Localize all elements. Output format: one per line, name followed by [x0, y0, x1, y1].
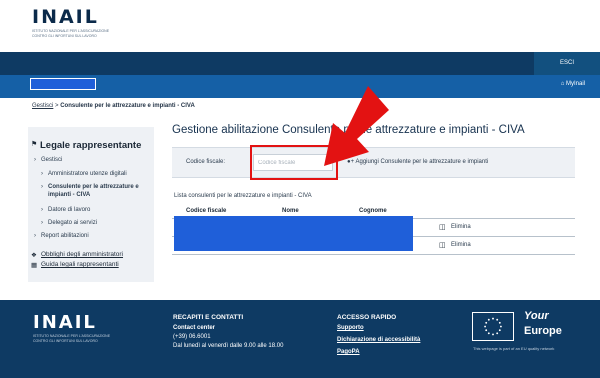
highlight-box	[250, 145, 338, 180]
redacted-table-data	[174, 216, 413, 251]
column-cognome: Cognome	[359, 208, 387, 214]
contact-center-label: Contact center	[173, 325, 216, 331]
column-codice-fiscale: Codice fiscale	[186, 208, 227, 214]
link-accessibilita[interactable]: Dichiarazione di accessibilità	[337, 336, 420, 345]
myinail-label: MyInail	[565, 81, 585, 87]
chevron-right-icon: ›	[41, 220, 43, 226]
delete-button[interactable]: Elimina	[451, 224, 471, 230]
trash-icon[interactable]: ◫	[439, 241, 446, 249]
contact-hours: Dal lunedì al venerdì dalle 9.00 alle 18…	[173, 343, 284, 349]
chevron-right-icon: ›	[34, 157, 36, 163]
inail-logo[interactable]: INAIL	[32, 6, 99, 28]
chevron-right-icon: ›	[41, 171, 43, 177]
add-user-icon: ●+	[347, 159, 355, 165]
megaphone-icon: ❖	[31, 252, 37, 259]
sidebar-item-civa[interactable]: Consulente per le attrezzature e impiant…	[48, 184, 152, 199]
footer-contacts: RECAPITI E CONTATTI Contact center (+39)…	[173, 313, 283, 351]
breadcrumb-home[interactable]: Gestisci	[32, 103, 53, 109]
your-europe-badge[interactable]: Your Europe	[472, 310, 574, 342]
link-supporto[interactable]: Supporto	[337, 324, 420, 333]
site-footer: INAIL Istituto nazionale per l'assicuraz…	[0, 300, 600, 378]
breadcrumb: Gestisci > Consulente per le attrezzatur…	[32, 103, 195, 109]
sidebar-item-delegato[interactable]: Delegato ai servizi	[48, 220, 97, 228]
chevron-right-icon: ›	[41, 207, 43, 213]
book-icon: ▦	[31, 262, 38, 269]
list-title: Lista consulenti per le attrezzature e i…	[174, 193, 312, 199]
link-obblighi-amministratori[interactable]: Obblighi degli amministratori	[41, 251, 123, 258]
top-bar: ESCI	[0, 52, 600, 75]
logout-button[interactable]: ESCI	[534, 52, 600, 75]
footer-logo-subtitle: Istituto nazionale per l'assicurazione c…	[33, 334, 111, 343]
quick-access-heading: ACCESSO RAPIDO	[337, 314, 397, 321]
contact-phone[interactable]: (+39) 06.6001	[173, 333, 283, 342]
breadcrumb-current: Consulente per le attrezzature e impiant…	[60, 103, 195, 109]
sidebar-item-datore[interactable]: Datore di lavoro	[48, 207, 90, 215]
trash-icon[interactable]: ◫	[439, 223, 446, 231]
user-bar: ⌂ MyInail	[0, 75, 600, 98]
sidebar: ⚑ Legale rappresentante › Gestisci › Amm…	[28, 127, 154, 282]
search-panel: Codice fiscale: ●+ Aggiungi Consulente p…	[172, 147, 575, 178]
chevron-right-icon: ›	[41, 184, 43, 190]
footer-quick-access: ACCESSO RAPIDO Supporto Dichiarazione di…	[337, 313, 420, 360]
delete-button[interactable]: Elimina	[451, 242, 471, 248]
page-title: Gestione abilitazione Consulente per le …	[172, 124, 525, 136]
link-guida-legali[interactable]: Guida legali rappresentanti	[41, 261, 119, 268]
chevron-right-icon: ›	[34, 233, 36, 239]
sidebar-item-amministratore[interactable]: Amministratore utenze digitali	[48, 171, 152, 179]
europe-label: Europe	[524, 325, 562, 337]
redacted-user-name	[30, 78, 96, 90]
sidebar-item-report[interactable]: Report abilitazioni	[41, 233, 89, 241]
your-label: Your	[524, 310, 549, 322]
footer-inail-logo[interactable]: INAIL	[33, 312, 97, 333]
contacts-heading: RECAPITI E CONTATTI	[173, 314, 244, 321]
myinail-link[interactable]: ⌂ MyInail	[561, 81, 585, 87]
home-icon: ⌂	[560, 81, 565, 87]
breadcrumb-separator: >	[55, 103, 59, 109]
logo-subtitle: Istituto nazionale per l'assicurazione c…	[32, 29, 110, 38]
column-nome: Nome	[282, 208, 299, 214]
eu-network-note: This webpage is part of an EU quality ne…	[473, 346, 555, 351]
add-consultant-button[interactable]: ●+ Aggiungi Consulente per le attrezzatu…	[347, 159, 488, 165]
eu-flag-icon	[472, 312, 514, 341]
site-header: INAIL Istituto nazionale per l'assicuraz…	[0, 0, 600, 52]
codice-fiscale-label: Codice fiscale:	[186, 159, 226, 165]
add-consultant-label: Aggiungi Consulente per le attrezzature …	[355, 159, 489, 165]
sidebar-title: Legale rappresentante	[40, 140, 142, 151]
link-pagopa[interactable]: PagoPA	[337, 348, 420, 357]
flag-icon: ⚑	[31, 141, 38, 148]
sidebar-item-gestisci[interactable]: Gestisci	[41, 157, 62, 165]
